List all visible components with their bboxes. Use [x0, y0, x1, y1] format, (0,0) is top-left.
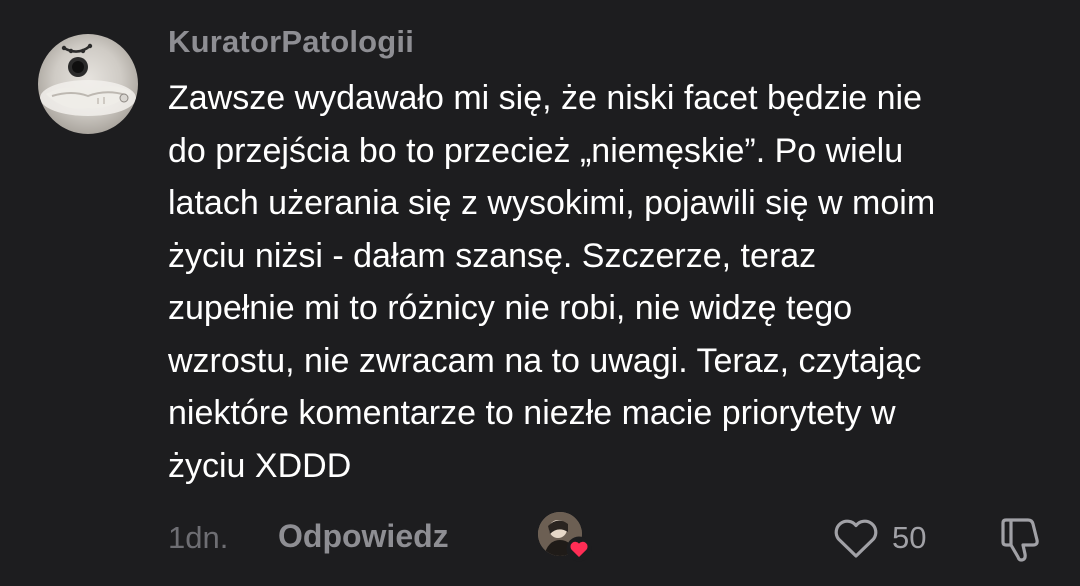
heart-filled-icon	[566, 536, 592, 562]
reply-button[interactable]: Odpowiedz	[278, 518, 449, 555]
comment-item: KuratorPatologii Zawsze wydawało mi się,…	[0, 0, 1080, 586]
creator-reaction	[538, 512, 592, 562]
like-count: 50	[892, 520, 927, 555]
comment-timestamp: 1dn.	[168, 520, 229, 555]
comment-text: Zawsze wydawało mi się, że niski facet b…	[168, 79, 936, 485]
thumbs-down-icon[interactable]	[996, 514, 1044, 564]
user-avatar[interactable]	[38, 34, 138, 134]
heart-outline-icon[interactable]	[832, 516, 880, 560]
avatar-image	[40, 43, 136, 116]
comment-username[interactable]: KuratorPatologii	[168, 24, 414, 60]
